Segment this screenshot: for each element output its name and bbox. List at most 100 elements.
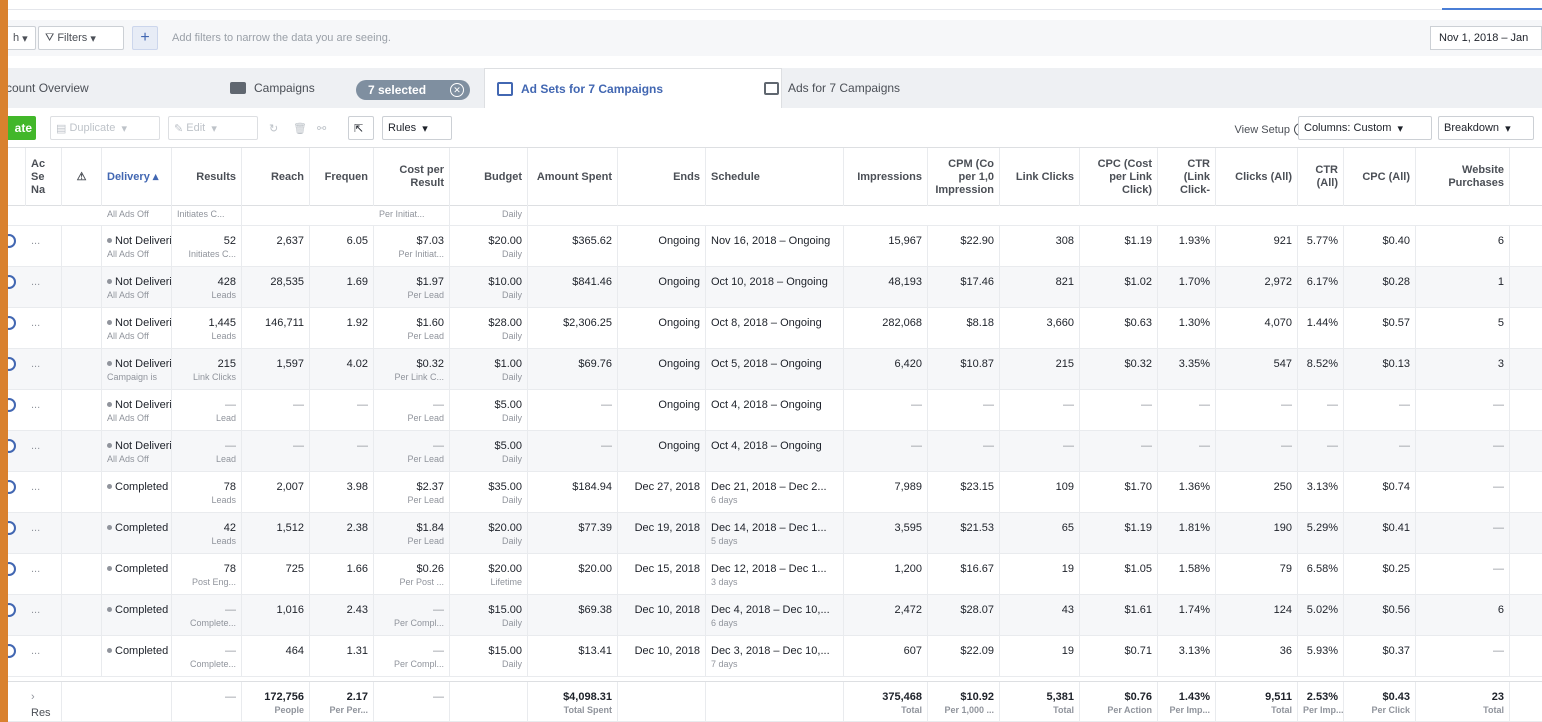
- create-button[interactable]: ate: [8, 116, 36, 140]
- table-row[interactable]: ... Not Deliveri All Ads Off — Lead — — — Per Le…: [2, 431, 1542, 472]
- more-icon[interactable]: ...: [26, 390, 62, 430]
- cpc-all-cell: $0.25: [1344, 554, 1416, 594]
- freq-cell: 6.05: [310, 226, 374, 266]
- schedule-sub: 7 days: [711, 659, 738, 669]
- rules-button[interactable]: Rules ▾: [382, 116, 452, 140]
- cpc-link-cell: —: [1080, 390, 1158, 430]
- col-header-cpm[interactable]: CPM (Co per 1,0 Impression: [928, 148, 1000, 206]
- link-clicks-cell: —: [1000, 431, 1080, 471]
- col-header-ctr-link[interactable]: CTR (Link Click-: [1158, 148, 1216, 206]
- purchases-value: 6: [1497, 604, 1504, 616]
- more-icon[interactable]: ...: [26, 308, 62, 348]
- tab-ad-sets[interactable]: Ad Sets for 7 Campaigns: [484, 68, 782, 109]
- tab-campaigns[interactable]: Campaigns: [230, 68, 360, 108]
- spent-value: $13.41: [578, 645, 612, 657]
- table-row[interactable]: ... Not Deliveri All Ads Off 428 Leads 28,535…: [2, 267, 1542, 308]
- cpc-link-cell: $0.63: [1080, 308, 1158, 348]
- select-all-col[interactable]: [8, 148, 26, 206]
- table-row[interactable]: ... Completed 42 Leads 1,512 2.38 $1.84 Per Lea…: [2, 513, 1542, 554]
- more-icon[interactable]: ...: [26, 431, 62, 471]
- table-row[interactable]: ... Completed — Complete... 1,016 2.43 — Per Co…: [2, 595, 1542, 636]
- clicks-all-value: 190: [1273, 522, 1292, 534]
- columns-label: Columns: Custom: [1304, 122, 1392, 134]
- duplicate-button[interactable]: ▤ Duplicate ▾: [50, 116, 160, 140]
- footer-frequency-value: 2.17: [346, 691, 368, 703]
- clicks-all-value: 36: [1279, 645, 1292, 657]
- table-row[interactable]: ... Not Deliveri All Ads Off — Lead — — — Per Le…: [2, 390, 1542, 431]
- delivery-cell: Completed: [102, 472, 172, 512]
- results-value: —: [225, 399, 236, 411]
- refresh-icon[interactable]: ↻: [264, 116, 288, 140]
- more-icon[interactable]: ...: [26, 636, 62, 676]
- filters-button[interactable]: ⛛ Filters ▾: [38, 26, 124, 50]
- export-icon[interactable]: ⇱: [348, 116, 374, 140]
- columns-dropdown[interactable]: Columns: Custom ▾: [1298, 116, 1432, 140]
- col-header-amount-spent[interactable]: Amount Spent: [528, 148, 618, 206]
- col-header-reach[interactable]: Reach: [242, 148, 310, 206]
- cpc-link-cell: $1.70: [1080, 472, 1158, 512]
- freq-cell: 1.31: [310, 636, 374, 676]
- col-header-cost-per-result[interactable]: Cost per Result: [374, 148, 450, 206]
- col-header-ctr-all[interactable]: CTR (All): [1298, 148, 1344, 206]
- col-header-budget[interactable]: Budget: [450, 148, 528, 206]
- schedule-value: Dec 3, 2018 – Dec 10,...: [711, 645, 830, 657]
- col-header-name[interactable]: Ac Se Na: [26, 148, 62, 206]
- impr-cell: 7,989: [844, 472, 928, 512]
- trash-icon[interactable]: 🗑: [288, 116, 310, 140]
- more-icon[interactable]: ...: [26, 472, 62, 512]
- link-clicks-cell: 43: [1000, 595, 1080, 635]
- col-header-delivery[interactable]: Delivery ▴: [102, 148, 172, 206]
- table-row[interactable]: ... Completed 78 Post Eng... 725 1.66 $0.26 Per…: [2, 554, 1542, 595]
- col-header-results[interactable]: Results: [172, 148, 242, 206]
- add-filter-button[interactable]: +: [132, 26, 158, 50]
- col-header-impressions[interactable]: Impressions: [844, 148, 928, 206]
- ab-test-icon[interactable]: ⚯: [312, 116, 336, 140]
- col-header-cpc-all[interactable]: CPC (All): [1344, 148, 1416, 206]
- more-icon[interactable]: ...: [26, 513, 62, 553]
- view-setup-label: View Setup: [1234, 124, 1290, 136]
- more-icon[interactable]: ...: [26, 349, 62, 389]
- ends-value: Ongoing: [658, 399, 700, 411]
- more-icon[interactable]: ...: [26, 554, 62, 594]
- filter-icon: ⛛: [45, 31, 55, 44]
- col-header-ends[interactable]: Ends: [618, 148, 706, 206]
- ctr-all-cell: 8.52%: [1298, 349, 1344, 389]
- table-row[interactable]: ... Not Deliveri All Ads Off 52 Initiates C.…: [2, 226, 1542, 267]
- date-range-picker[interactable]: Nov 1, 2018 – Jan: [1430, 26, 1542, 50]
- delivery-value: Completed: [115, 522, 169, 534]
- more-icon[interactable]: ...: [26, 267, 62, 307]
- col-header-schedule[interactable]: Schedule: [706, 148, 844, 206]
- table-row[interactable]: ... Completed — Complete... 464 1.31 — Per Comp…: [2, 636, 1542, 677]
- ctr-link-cell: 3.13%: [1158, 636, 1216, 676]
- cpc-link-value: $1.19: [1124, 522, 1152, 534]
- footer-ctr-all-sub: Per Imp...: [1303, 705, 1344, 715]
- cpr-value: $1.97: [416, 276, 444, 288]
- ends-value: Dec 10, 2018: [634, 645, 700, 657]
- more-icon[interactable]: ...: [26, 595, 62, 635]
- footer-cpm: $10.92 Per 1,000 ...: [928, 682, 1000, 721]
- selected-count-pill[interactable]: 7 selected ✕: [356, 80, 470, 100]
- cpc-link-value: $1.05: [1124, 563, 1152, 575]
- cpr-sub: Per Lead: [407, 413, 444, 423]
- budget-cell: $35.00 Daily: [450, 472, 528, 512]
- tab-ads[interactable]: Ads for 7 Campaigns: [764, 68, 1024, 108]
- tab-account-overview[interactable]: count Overview: [4, 68, 214, 108]
- search-dropdown[interactable]: h ▾: [6, 26, 36, 50]
- table-row[interactable]: ... Not Deliveri All Ads Off 1,445 Leads 146,…: [2, 308, 1542, 349]
- col-header-link-clicks[interactable]: Link Clicks: [1000, 148, 1080, 206]
- more-icon[interactable]: ...: [26, 226, 62, 266]
- edit-button[interactable]: ✎ Edit ▾: [168, 116, 258, 140]
- col-header-frequency[interactable]: Frequen: [310, 148, 374, 206]
- schedule-sub: 6 days: [711, 618, 738, 628]
- col-header-cpc-link[interactable]: CPC (Cost per Link Click): [1080, 148, 1158, 206]
- col-header-clicks-all[interactable]: Clicks (All): [1216, 148, 1298, 206]
- clear-selection-icon[interactable]: ✕: [450, 83, 464, 97]
- ends-cell: Ongoing: [618, 349, 706, 389]
- clicks-all-value: 79: [1279, 563, 1292, 575]
- col-header-website-purchases[interactable]: Website Purchases: [1416, 148, 1510, 206]
- status-dot-icon: [107, 402, 112, 407]
- warning-cell: [62, 472, 102, 512]
- table-row[interactable]: ... Not Deliveri Campaign is 215 Link Clicks…: [2, 349, 1542, 390]
- breakdown-dropdown[interactable]: Breakdown ▾: [1438, 116, 1534, 140]
- table-row[interactable]: ... Completed 78 Leads 2,007 3.98 $2.37 Per Lea…: [2, 472, 1542, 513]
